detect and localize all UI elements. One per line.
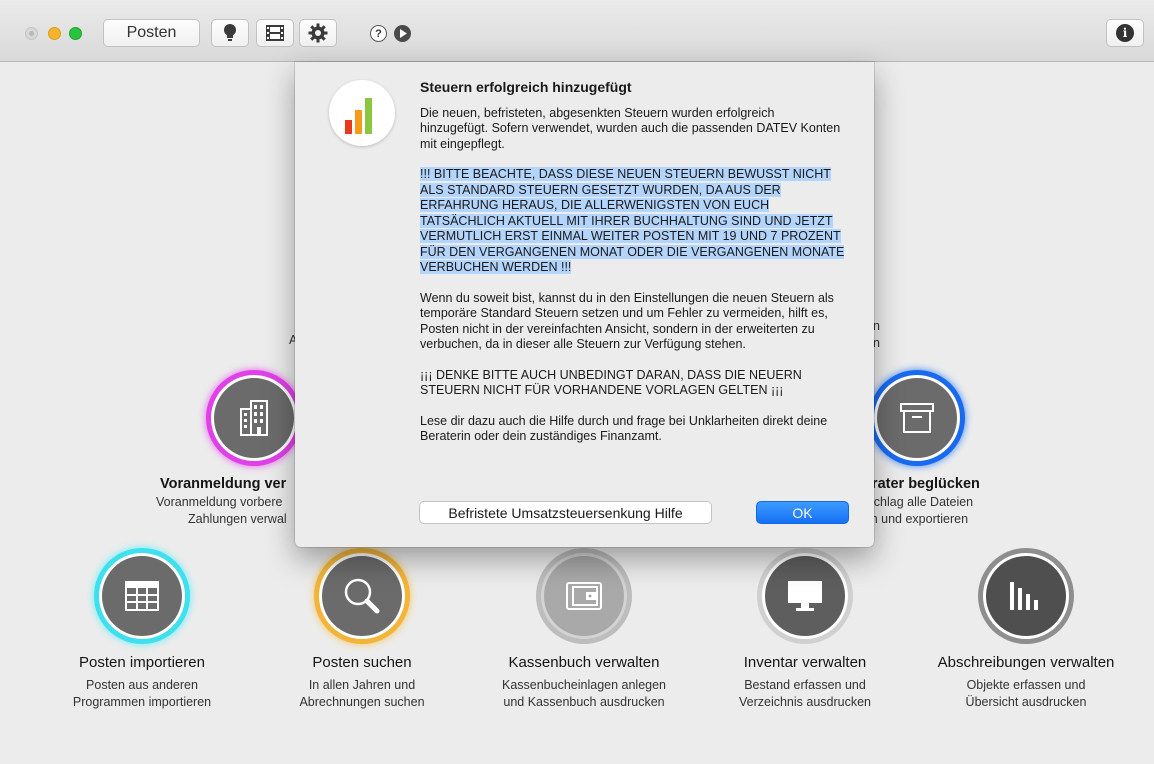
- film-button[interactable]: [256, 19, 294, 47]
- tile-subtitle-1: Bestand erfassen und: [744, 678, 866, 692]
- building-icon: [240, 400, 268, 436]
- tile-inventar-ring: [757, 548, 853, 644]
- gear-icon: [308, 23, 328, 43]
- dialog-message-help: Lese dir dazu auch die Hilfe durch und f…: [420, 413, 828, 444]
- tile-steuerberater[interactable]: berater beglücken n Schlag alle Dateien …: [855, 370, 1085, 528]
- dialog-message-settings: Wenn du soweit bist, kannst du in den Ei…: [420, 290, 834, 352]
- table-icon: [125, 581, 159, 611]
- tile-title: Kassenbuch verwalten: [508, 654, 660, 671]
- window-toolbar: Posten ? i: [0, 0, 1154, 62]
- tile-title: Inventar verwalten: [743, 654, 867, 671]
- tile-abschreibungen[interactable]: Abschreibungen verwalten Objekte erfasse…: [911, 548, 1141, 711]
- tile-subtitle-2: Verzeichnis ausdrucken: [738, 695, 872, 709]
- ok-button[interactable]: OK: [756, 501, 849, 524]
- posten-button[interactable]: Posten: [103, 19, 200, 47]
- dialog-message-templates: ¡¡¡ DENKE BITTE AUCH UNBEDINGT DARAN, DA…: [420, 367, 802, 398]
- tile-kassenbuch[interactable]: Kassenbuch verwalten Kassenbucheinlagen …: [469, 548, 699, 711]
- dialog-title: Steuern erfolgreich hinzugefügt: [420, 79, 632, 95]
- dialog-text: Steuern erfolgreich hinzugefügt Die neue…: [420, 79, 845, 460]
- tile-steuerberater-ring: [869, 370, 965, 466]
- alert-dialog: Steuern erfolgreich hinzugefügt Die neue…: [295, 62, 874, 547]
- ok-button-label: OK: [792, 504, 813, 521]
- tile-subtitle-1: Kassenbucheinlagen anlegen: [501, 678, 667, 692]
- archive-box-icon: [900, 403, 934, 433]
- dialog-message-intro: Die neuen, befristeten, abgesenkten Steu…: [420, 105, 841, 151]
- help-button[interactable]: ?: [370, 25, 387, 42]
- tile-title: Posten suchen: [312, 654, 412, 671]
- tile-title: Posten importieren: [79, 654, 205, 671]
- info-icon: i: [1116, 24, 1134, 42]
- tile-subtitle-1: Objekte erfassen und: [966, 678, 1086, 692]
- tile-posten-importieren-ring: [94, 548, 190, 644]
- lightbulb-icon: [224, 24, 236, 41]
- tile-subtitle-1: Posten aus anderen: [86, 678, 198, 692]
- settings-button[interactable]: [299, 19, 337, 47]
- tile-subtitle-2: Abrechnungen suchen: [299, 695, 425, 709]
- monitor-icon: [788, 581, 822, 611]
- help-button-label: Befristete Umsatzsteuersenkung Hilfe: [448, 504, 683, 521]
- help-button-umsatzsteuersenkung[interactable]: Befristete Umsatzsteuersenkung Hilfe: [419, 501, 712, 524]
- tile-steuerberater-sub2: eln und exportieren: [861, 512, 969, 526]
- tile-subtitle-2: Programmen importieren: [72, 695, 212, 709]
- tile-subtitle-1: In allen Jahren und: [308, 678, 416, 692]
- bar-chart-icon: [1010, 582, 1038, 610]
- tile-kassenbuch-ring: [536, 548, 632, 644]
- dialog-message-warning: !!! BITTE BEACHTE, DASS DIESE NEUEN STEU…: [420, 167, 845, 276]
- lightbulb-button[interactable]: [211, 19, 249, 47]
- app-icon: [329, 80, 395, 146]
- tile-steuerberater-sub1: n Schlag alle Dateien: [855, 495, 974, 509]
- window-maximize-button[interactable]: [69, 27, 82, 40]
- tile-subtitle-2: und Kassenbuch ausdrucken: [503, 695, 665, 709]
- play-button[interactable]: [394, 25, 411, 42]
- tile-inventar[interactable]: Inventar verwalten Bestand erfassen und …: [690, 548, 920, 711]
- film-icon: [266, 25, 284, 41]
- tile-voranmeldung-ring: [206, 370, 302, 466]
- window-close-button[interactable]: [25, 27, 38, 40]
- tile-title: Abschreibungen verwalten: [937, 654, 1115, 671]
- play-icon: [399, 29, 407, 38]
- info-button[interactable]: i: [1106, 19, 1144, 47]
- tile-abschreibungen-ring: [978, 548, 1074, 644]
- dialog-warning-selected-text: !!! BITTE BEACHTE, DASS DIESE NEUEN STEU…: [420, 167, 845, 274]
- tile-posten-suchen-ring: [314, 548, 410, 644]
- help-icon: ?: [375, 27, 382, 40]
- window-minimize-button[interactable]: [48, 27, 61, 40]
- posten-button-label: Posten: [126, 24, 177, 41]
- tile-posten-importieren[interactable]: Posten importieren Posten aus anderen Pr…: [27, 548, 257, 711]
- tile-subtitle-2: Übersicht ausdrucken: [965, 695, 1087, 709]
- wallet-icon: [566, 582, 602, 610]
- tile-posten-suchen[interactable]: Posten suchen In allen Jahren und Abrech…: [247, 548, 477, 711]
- tile-steuerberater-title: berater beglücken: [855, 476, 980, 492]
- bar-chart-app-icon: [345, 98, 372, 134]
- search-icon: [344, 578, 380, 614]
